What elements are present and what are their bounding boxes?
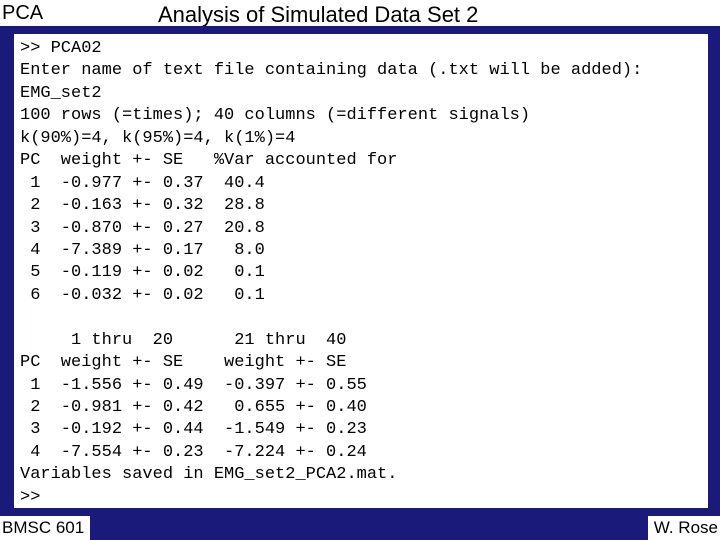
terminal-output: >> PCA02 Enter name of text file contain… xyxy=(14,34,708,508)
slide-header: PCA Analysis of Simulated Data Set 2 xyxy=(0,0,720,28)
section-tag: PCA xyxy=(0,0,47,27)
course-code: BMSC 601 xyxy=(0,516,90,540)
author-name: W. Rose xyxy=(648,516,720,540)
header-divider xyxy=(0,26,720,34)
